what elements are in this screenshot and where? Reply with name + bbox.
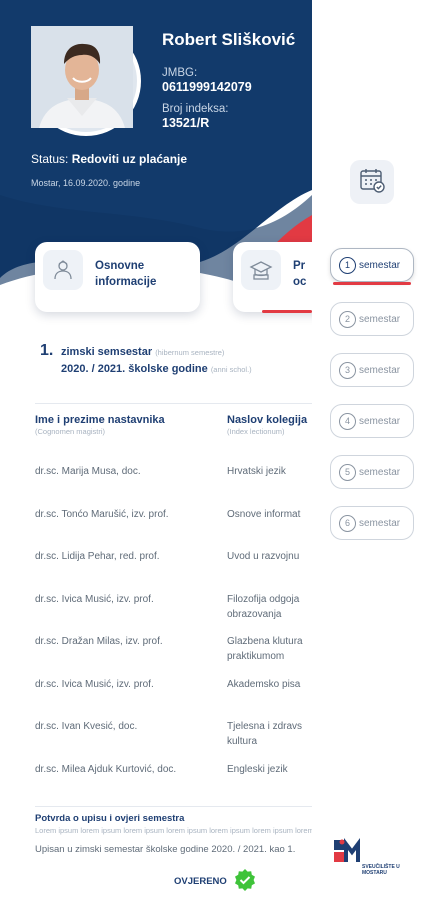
school-year: 2020. / 2021. školske godine	[61, 363, 208, 375]
calendar-check-icon	[358, 166, 386, 199]
confirmation-title: Potvrda o upisu i ovjeri semestra	[35, 813, 185, 824]
table-row-teacher: dr.sc. Ivan Kvesić, doc.	[35, 721, 138, 732]
course-line1: Glazbena klutura	[227, 636, 303, 647]
table-row-course: Engleski jezik	[227, 764, 288, 775]
teacher-column-header: Ime i prezime nastavnika (Cognomen magis…	[35, 414, 165, 436]
semester-2-button[interactable]: 2 semestar	[330, 302, 414, 336]
table-row-teacher: dr.sc. Dražan Milas, izv. prof.	[35, 636, 163, 647]
grades-line2: oc	[293, 276, 307, 288]
profile-photo	[31, 26, 137, 132]
student-name: Robert Slišković	[162, 30, 296, 49]
teacher-header-label: Ime i prezime nastavnika	[35, 414, 165, 426]
semester-3-button[interactable]: 3 semestar	[330, 353, 414, 387]
status-value: Redoviti uz plaćanje	[71, 152, 188, 166]
semester-number-circle: 3	[339, 361, 356, 379]
semester-number-circle: 5	[339, 463, 356, 481]
basic-info-line1: Osnovne	[95, 260, 145, 272]
semester-sidebar	[312, 0, 432, 900]
table-row-course: Filozofija odgoja obrazovanja	[227, 592, 299, 622]
course-line2: kultura	[227, 736, 258, 747]
semester-1-button[interactable]: 1 semestar	[330, 248, 414, 282]
semester-label: semestar	[359, 415, 401, 427]
table-row-teacher: dr.sc. Lidija Pehar, red. prof.	[35, 551, 160, 562]
semester-label: semestar	[359, 466, 401, 478]
app-screen: Robert Slišković JMBG: 0611999142079 Bro…	[0, 0, 432, 900]
table-row-course: Akademsko pisa	[227, 679, 301, 690]
table-top-divider	[35, 403, 313, 404]
issue-date: Mostar, 16.09.2020. godine	[31, 178, 141, 188]
semester-4-button[interactable]: 4 semestar	[330, 404, 414, 438]
table-row-teacher: dr.sc. Ivica Musić, izv. prof.	[35, 594, 154, 605]
status-label: Status:	[31, 152, 69, 166]
index-value: 13521/R	[162, 116, 210, 130]
school-year-latin: (anni schol.)	[210, 365, 252, 374]
university-logo-text: SVEUČILIŠTE U MOSTARU	[362, 864, 400, 876]
school-year-line: 2020. / 2021. školske godine (anni schol…	[61, 363, 252, 375]
semester-6-button[interactable]: 6 semestar	[330, 506, 414, 540]
course-column-header: Naslov kolegija (Index lectionum)	[227, 414, 307, 436]
semester-5-button[interactable]: 5 semestar	[330, 455, 414, 489]
grades-line1: Pr	[293, 260, 306, 272]
semester-label: semestar	[359, 517, 401, 529]
basic-info-card[interactable]: Osnovne informacije	[35, 242, 200, 312]
semester-label: semestar	[359, 364, 401, 376]
semester-number-circle: 2	[339, 310, 356, 328]
course-line2: praktikumom	[227, 651, 285, 662]
student-icon	[43, 250, 83, 290]
grades-card-underline	[262, 310, 312, 313]
courses-table: Ime i prezime nastavnika (Cognomen magis…	[35, 408, 313, 788]
jmbg-label: JMBG:	[162, 67, 198, 79]
table-row-teacher: dr.sc. Marija Musa, doc.	[35, 466, 141, 477]
semester-label: semestar	[359, 259, 401, 271]
active-semester-indicator	[333, 282, 411, 285]
verified-badge: OVJERENO	[174, 868, 257, 895]
course-line2: obrazovanja	[227, 609, 282, 620]
semester-name-latin: (hibernum semestre)	[155, 348, 225, 357]
index-label: Broj indeksa:	[162, 103, 229, 115]
table-row-course: Glazbena klutura praktikumom	[227, 634, 303, 664]
semester-number-circle: 1	[339, 256, 356, 274]
jmbg-value: 0611999142079	[162, 80, 252, 94]
course-line1: Tjelesna i zdravs	[227, 721, 303, 732]
course-header-latin: (Index lectionum)	[227, 427, 285, 436]
table-row-teacher: dr.sc. Milea Ajduk Kurtović, doc.	[35, 764, 177, 775]
teacher-header-latin: (Cognomen magistri)	[35, 427, 106, 436]
course-line1: Filozofija odgoja	[227, 594, 300, 605]
table-row-course: Uvod u razvojnu	[227, 551, 300, 562]
confirmation-subtitle: Lorem ipsum lorem ipsum lorem ipsum lore…	[35, 826, 336, 835]
avatar	[31, 26, 141, 136]
semester-number-circle: 4	[339, 412, 356, 430]
verified-label: OVJERENO	[174, 876, 227, 887]
table-row-teacher: dr.sc. Tonćo Marušić, izv. prof.	[35, 509, 169, 520]
table-bottom-divider	[35, 806, 313, 807]
table-row-course: Osnove informat	[227, 509, 301, 520]
basic-info-label: Osnovne informacije	[95, 258, 156, 290]
semester-name-line: zimski semsestar (hibernum semestre)	[61, 346, 224, 358]
graduation-cap-icon	[241, 250, 281, 290]
table-row-course: Hrvatski jezik	[227, 466, 286, 477]
check-badge-icon	[233, 868, 257, 895]
basic-info-line2: informacije	[95, 276, 157, 288]
confirmation-text: Upisan u zimski semestar školske godine …	[35, 844, 296, 855]
table-row-teacher: dr.sc. Ivica Musić, izv. prof.	[35, 679, 154, 690]
course-header-label: Naslov kolegija	[227, 414, 308, 426]
semester-name: zimski semsestar	[61, 346, 153, 358]
semester-number-circle: 6	[339, 514, 356, 532]
semester-label: semestar	[359, 313, 401, 325]
grades-label: Pr oc	[293, 258, 306, 290]
semester-number: 1.	[40, 342, 54, 359]
table-row-course: Tjelesna i zdravs kultura	[227, 719, 302, 749]
status-line: Status: Redoviti uz plaćanje	[31, 152, 187, 166]
calendar-button[interactable]	[350, 160, 394, 204]
